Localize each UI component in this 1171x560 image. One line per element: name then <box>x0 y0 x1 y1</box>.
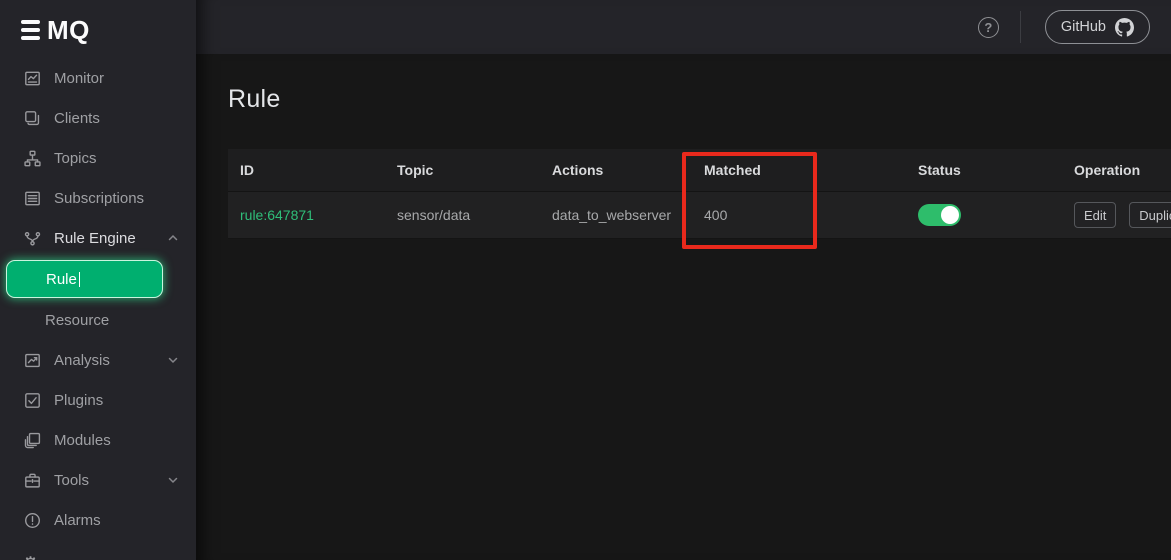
github-button[interactable]: GitHub <box>1045 10 1150 44</box>
chevron-up-icon <box>167 232 179 244</box>
sidebar-item-label: Clients <box>54 110 100 127</box>
sidebar-item-plugins[interactable]: Plugins <box>0 380 196 420</box>
help-icon[interactable]: ? <box>978 17 999 38</box>
content: Rule ID Topic Actions Matched Status Ope… <box>196 54 1171 560</box>
sidebar-subitem-label: Rule <box>46 271 77 288</box>
alarms-icon <box>24 512 41 529</box>
sidebar-item-analysis[interactable]: Analysis <box>0 340 196 380</box>
edit-button[interactable]: Edit <box>1074 202 1116 228</box>
github-octocat-icon <box>1115 18 1134 37</box>
chevron-down-icon <box>167 354 179 366</box>
table-row: rule:647871 sensor/data data_to_webserve… <box>228 191 1171 239</box>
sidebar-item-topics[interactable]: Topics <box>0 138 196 178</box>
text-cursor <box>79 272 81 287</box>
topbar: ? GitHub <box>196 0 1171 54</box>
tools-icon <box>24 472 41 489</box>
sidebar-subitem-rule[interactable]: Rule <box>6 260 163 298</box>
main-area: ? GitHub Rule ID Topic Actions Matched S… <box>196 0 1171 560</box>
status-toggle[interactable] <box>918 204 961 226</box>
sidebar-item-label: Topics <box>54 150 97 167</box>
monitor-icon <box>24 70 41 87</box>
sidebar-nav: Monitor Clients Topics Subscriptions Rul <box>0 58 196 540</box>
github-button-label: GitHub <box>1061 19 1106 35</box>
page-title: Rule <box>228 85 1171 114</box>
modules-icon <box>24 432 41 449</box>
column-header-topic: Topic <box>385 162 540 178</box>
subscriptions-icon <box>24 190 41 207</box>
topbar-divider <box>1020 11 1021 43</box>
column-header-actions: Actions <box>540 162 692 178</box>
sidebar-item-label: Rule Engine <box>54 230 136 247</box>
plugins-icon <box>24 392 41 409</box>
column-header-operation: Operation <box>1062 162 1171 178</box>
sidebar-item-alarms[interactable]: Alarms <box>0 500 196 540</box>
rule-matched-count: 400 <box>692 207 906 223</box>
duplicate-button[interactable]: Duplicate <box>1129 202 1171 228</box>
analysis-icon <box>24 352 41 369</box>
sidebar-item-monitor[interactable]: Monitor <box>0 58 196 98</box>
emq-logo-text: MQ <box>47 17 90 43</box>
help-glyph: ? <box>984 20 992 35</box>
rule-table: ID Topic Actions Matched Status Operatio… <box>228 149 1171 239</box>
sidebar-subitem-resource[interactable]: Resource <box>0 300 196 340</box>
sidebar-item-modules[interactable]: Modules <box>0 420 196 460</box>
sidebar: MQ Monitor Clients Topics Subscriptions <box>0 0 196 560</box>
sidebar-item-label: Monitor <box>54 70 104 87</box>
column-header-matched: Matched <box>692 162 906 178</box>
sidebar-item-clients[interactable]: Clients <box>0 98 196 138</box>
column-header-id: ID <box>228 162 385 178</box>
sidebar-item-label: Tools <box>54 472 89 489</box>
sidebar-item-rule-engine[interactable]: Rule Engine <box>0 218 196 258</box>
table-header-row: ID Topic Actions Matched Status Operatio… <box>228 149 1171 191</box>
sidebar-item-label: Subscriptions <box>54 190 144 207</box>
sidebar-subitem-label: Resource <box>45 312 109 329</box>
sidebar-item-tools[interactable]: Tools <box>0 460 196 500</box>
sidebar-item-label: Analysis <box>54 352 110 369</box>
rule-topic: sensor/data <box>385 207 540 223</box>
toggle-knob <box>941 206 959 224</box>
topics-icon <box>24 150 41 167</box>
emq-logo[interactable]: MQ <box>0 0 196 46</box>
sidebar-item-label: Modules <box>54 432 111 449</box>
rule-actions: data_to_webserver <box>540 207 692 223</box>
sidebar-item-subscriptions[interactable]: Subscriptions <box>0 178 196 218</box>
rule-engine-icon <box>24 230 41 247</box>
rule-id-link[interactable]: rule:647871 <box>240 207 314 223</box>
clients-icon <box>24 110 41 127</box>
chevron-down-icon <box>167 474 179 486</box>
column-header-status: Status <box>906 162 1062 178</box>
sidebar-item-label: Plugins <box>54 392 103 409</box>
settings-gear-icon: ⚙ <box>22 555 39 560</box>
emq-logo-bars-icon <box>21 20 40 40</box>
sidebar-item-label: Alarms <box>54 512 101 529</box>
